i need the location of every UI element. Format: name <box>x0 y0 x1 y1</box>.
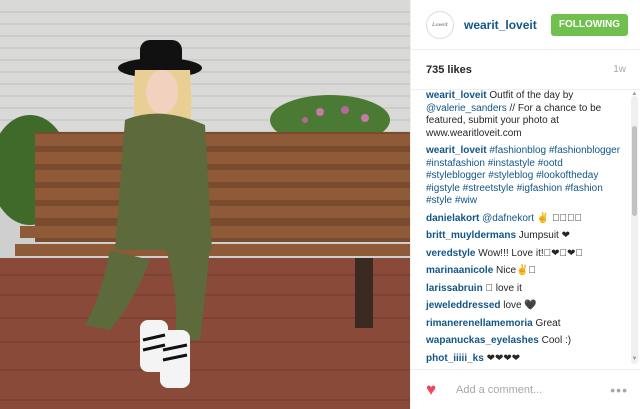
username-link[interactable]: wearit_loveit <box>464 18 551 32</box>
comment-item: britt_muyldermans Jumpsuit ❤ <box>426 230 623 243</box>
comment-item: phot_iiiii_ks ❤❤❤❤ <box>426 353 623 366</box>
instagram-post: Loveit wearit_loveit FOLLOWING 735 likes… <box>0 0 640 409</box>
comment-username[interactable]: wearit_loveit <box>426 145 487 156</box>
comment-text: love 🖤 <box>500 300 537 311</box>
comment-text: Wow!!! Love it!􏿿❤􏿿❤􏿿 <box>475 247 583 259</box>
comment-username[interactable]: marinaanicole <box>426 265 493 276</box>
post-details-panel: Loveit wearit_loveit FOLLOWING 735 likes… <box>410 0 640 409</box>
comments-scrollbar[interactable] <box>631 96 638 364</box>
comment-text: Nice✌􏿿 <box>493 265 536 276</box>
comment-item: wearit_loveit #fashionblog #fashionblogg… <box>426 145 623 208</box>
comment-tag-link[interactable]: @valerie_sanders <box>426 103 507 114</box>
post-age[interactable]: 1w <box>613 64 626 75</box>
comment-username[interactable]: jeweleddressed <box>426 300 500 311</box>
comment-username[interactable]: veredstyle <box>426 248 475 259</box>
comment-item: wearit_loveit Outfit of the day by @vale… <box>426 90 623 140</box>
comment-username[interactable]: wapanuckas_eyelashes <box>426 335 539 346</box>
comment-text: Cool :) <box>538 335 572 346</box>
comment-text: Jumpsuit ❤ <box>516 230 570 241</box>
scroll-down-arrow[interactable]: ▼ <box>631 356 638 362</box>
comment-username[interactable]: wearit_loveit <box>426 90 487 101</box>
comment-item: marinaanicole Nice✌􏿿 <box>426 265 623 278</box>
following-button[interactable]: FOLLOWING <box>550 13 628 36</box>
comment-footer: ♥ ••• <box>411 369 640 409</box>
comment-input[interactable] <box>454 382 611 397</box>
comment-username[interactable]: britt_muyldermans <box>426 230 516 241</box>
post-photo[interactable] <box>0 0 410 409</box>
comment-text: ❤❤❤❤ <box>483 352 521 364</box>
heart-icon[interactable]: ♥ <box>426 381 444 398</box>
scrollbar-thumb[interactable] <box>632 126 637 216</box>
comment-text: Outfit of the day by <box>486 90 574 101</box>
likes-row: 735 likes 1w <box>411 50 640 90</box>
avatar-text: Loveit <box>432 21 448 28</box>
avatar[interactable]: Loveit <box>426 10 454 39</box>
comment-item: danielakort @dafnekort ✌ 􏿿􏿿􏿿􏿿 <box>426 213 623 226</box>
comment-username[interactable]: rimanerenellamemoria <box>426 318 533 329</box>
comment-item: rimanerenellamemoria Great <box>426 318 623 331</box>
comment-item: larissabruin 􏿿 love it <box>426 283 623 296</box>
post-photo-illustration <box>0 0 410 409</box>
comment-username[interactable]: danielakort <box>426 213 479 224</box>
more-options-icon[interactable]: ••• <box>610 382 628 398</box>
comment-text: Great <box>532 317 561 329</box>
comment-item: jeweleddressed love 🖤 <box>426 300 623 313</box>
post-header: Loveit wearit_loveit FOLLOWING <box>411 0 640 50</box>
comment-username[interactable]: larissabruin <box>426 283 483 294</box>
likes-count[interactable]: 735 likes <box>426 64 472 76</box>
comments-list[interactable]: wearit_loveit Outfit of the day by @vale… <box>411 90 631 365</box>
comment-username[interactable]: phot_iiiii_ks <box>426 353 484 364</box>
comment-item: veredstyle Wow!!! Love it!􏿿❤􏿿❤􏿿 <box>426 248 623 261</box>
comment-text: 􏿿 love it <box>482 282 522 294</box>
comment-tag-link[interactable]: @dafnekort <box>482 213 534 224</box>
comment-item: wapanuckas_eyelashes Cool :) <box>426 335 623 348</box>
comment-text: ✌ 􏿿􏿿􏿿􏿿 <box>534 212 583 224</box>
